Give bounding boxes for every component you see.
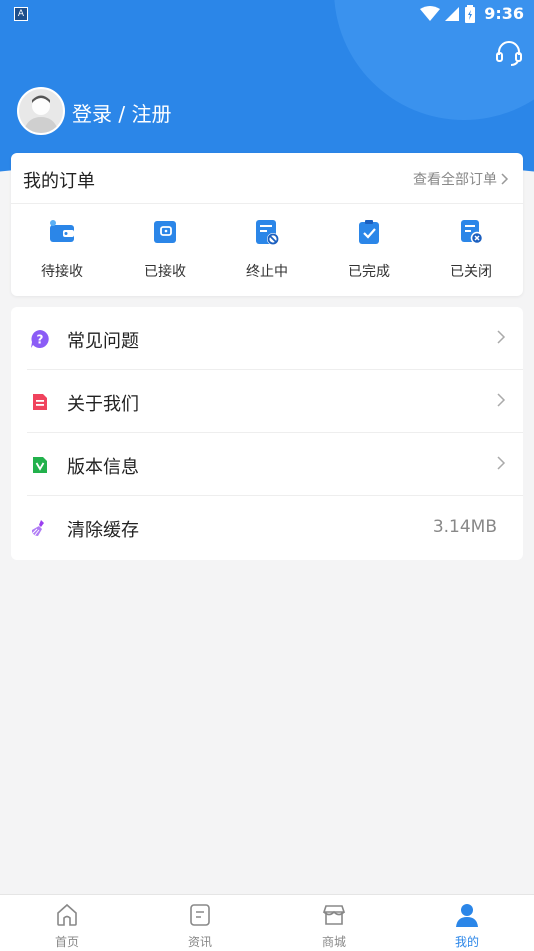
menu-item-clear-cache[interactable]: 清除缓存 3.14MB [11, 496, 523, 559]
broom-icon [32, 520, 44, 536]
my-orders-card: 我的订单 查看全部订单 待接收 已接收 终止中 已完成 已关闭 [11, 153, 523, 296]
order-status-label: 终止中 [246, 264, 288, 280]
customer-service-button[interactable] [494, 38, 524, 68]
user-icon [456, 904, 478, 927]
clipboard-check-icon [359, 220, 379, 244]
menu-item-about[interactable]: 关于我们 [11, 370, 523, 433]
svg-text:?: ? [37, 333, 44, 347]
order-status-received[interactable]: 已接收 [120, 213, 210, 288]
orders-title: 我的订单 [23, 171, 95, 192]
menu-item-label: 常见问题 [67, 331, 139, 352]
nav-tab-mine[interactable]: 我的 [417, 895, 517, 951]
wifi-icon [420, 5, 441, 21]
version-icon [33, 457, 47, 473]
home-icon [57, 903, 77, 926]
document-icon [33, 394, 47, 410]
nav-tab-label: 商城 [321, 935, 346, 949]
status-time: 9:36 [484, 4, 524, 23]
signal-icon [445, 6, 460, 21]
question-icon: ? [31, 330, 49, 348]
menu-item-version[interactable]: 版本信息 [11, 433, 523, 496]
orders-divider [11, 203, 523, 204]
order-status-label: 已关闭 [450, 264, 492, 280]
document-close-icon [461, 220, 484, 245]
menu-item-label: 版本信息 [67, 457, 139, 478]
menu-item-faq[interactable]: ? 常见问题 [11, 307, 523, 370]
order-status-label: 待接收 [41, 264, 83, 280]
chevron-right-icon [501, 173, 509, 185]
view-all-orders-label: 查看全部订单 [413, 172, 497, 188]
document-ban-icon [256, 220, 279, 245]
avatar[interactable] [17, 87, 65, 135]
headset-icon [496, 41, 522, 66]
order-status-closed[interactable]: 已关闭 [426, 213, 516, 288]
avatar-person-icon [23, 95, 59, 133]
chevron-right-icon [497, 393, 506, 407]
order-status-pending[interactable]: 待接收 [17, 213, 107, 288]
login-register-link[interactable]: 登录 / 注册 [72, 98, 171, 127]
nav-tab-label: 资讯 [187, 935, 212, 949]
bottom-navigation: 首页 资讯 商城 我的 [0, 894, 534, 951]
order-status-completed[interactable]: 已完成 [324, 213, 414, 288]
status-bar: A 9:36 [0, 0, 534, 28]
order-status-terminating[interactable]: 终止中 [222, 213, 312, 288]
nav-tab-label: 首页 [54, 935, 79, 949]
menu-item-label: 关于我们 [67, 394, 139, 415]
cache-size-value: 3.14MB [432, 517, 497, 537]
nav-tab-label: 我的 [454, 935, 479, 949]
nav-tab-store[interactable]: 商城 [284, 895, 384, 951]
app-badge-icon: A [14, 7, 28, 21]
wallet-received-icon [154, 221, 176, 243]
chevron-right-icon [497, 456, 506, 470]
order-status-label: 已完成 [348, 264, 390, 280]
news-icon [190, 904, 210, 926]
order-status-label: 已接收 [144, 264, 186, 280]
nav-tab-news[interactable]: 资讯 [150, 895, 250, 951]
chevron-right-icon [497, 330, 506, 344]
battery-icon [465, 4, 476, 23]
menu-item-label: 清除缓存 [67, 520, 139, 541]
wallet-icon [50, 220, 74, 242]
settings-menu: ? 常见问题 关于我们 版本信息 清除缓存 3.14MB [11, 307, 523, 560]
view-all-orders-link[interactable]: 查看全部订单 [413, 169, 509, 189]
store-icon [322, 905, 346, 925]
nav-tab-home[interactable]: 首页 [17, 895, 117, 951]
